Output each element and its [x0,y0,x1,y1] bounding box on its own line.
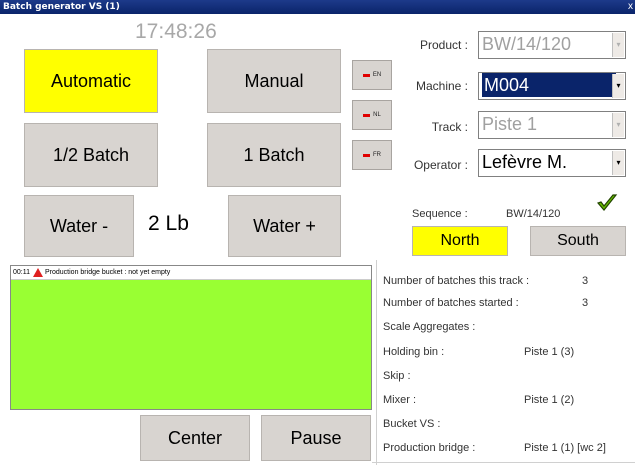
center-button[interactable]: Center [140,415,250,461]
status-value: Piste 1 (2) [524,394,575,406]
clock: 17:48:26 [135,20,217,43]
status-value: Piste 1 (1) [wc 2] [524,442,606,454]
status-label: Mixer : [383,394,416,406]
flag-icon [362,73,370,77]
lang-en-button[interactable]: EN [352,60,392,90]
title-bar: Batch generator VS (1) [0,0,635,14]
half-batch-button[interactable]: 1/2 Batch [24,123,158,187]
warning-icon [33,268,43,277]
machine-value: M004 [482,73,616,97]
lang-label: NL [373,112,381,118]
status-label: Scale Aggregates : [383,321,476,333]
one-batch-button[interactable]: 1 Batch [207,123,341,187]
status-label: Number of batches this track : [383,275,530,287]
lang-label: FR [373,152,381,158]
flag-icon [363,113,371,117]
sequence-value: BW/14/120 [506,208,561,220]
message-row[interactable]: 00:11 Production bridge bucket : not yet… [11,266,371,280]
pause-button[interactable]: Pause [261,415,371,461]
water-amount: 2 Lb [148,212,189,235]
message-panel [10,265,372,410]
product-select[interactable]: BW/14/120 ▾ [478,31,626,59]
operator-select[interactable]: Lefèvre M. ▾ [478,149,626,177]
status-label: Production bridge : [383,442,476,454]
water-minus-button[interactable]: Water - [24,195,134,257]
track-value: Piste 1 [482,114,538,134]
flag-icon [363,153,370,157]
status-label: Bucket VS : [383,418,441,430]
divider [376,260,377,465]
close-icon[interactable]: x [628,0,633,14]
machine-label: Machine : [415,79,468,93]
track-select[interactable]: Piste 1 ▾ [478,111,626,139]
status-label: Skip : [383,370,411,382]
lang-nl-button[interactable]: NL [352,100,392,130]
product-label: Product : [419,38,468,52]
status-label: Number of batches started : [383,297,519,309]
divider [372,462,635,463]
status-label: Holding bin : [383,346,445,358]
operator-value: Lefèvre M. [482,152,568,172]
chevron-down-icon[interactable]: ▾ [612,113,624,137]
checkmark-icon [596,193,618,213]
status-value: Piste 1 (3) [524,346,575,358]
automatic-button[interactable]: Automatic [24,49,158,113]
machine-select[interactable]: M004 ▾ [478,72,626,100]
product-value: BW/14/120 [482,34,572,54]
chevron-down-icon[interactable]: ▾ [612,74,624,98]
north-button[interactable]: North [412,226,508,256]
manual-button[interactable]: Manual [207,49,341,113]
sequence-label: Sequence : [412,208,468,220]
status-value: 3 [582,297,589,309]
window-title: Batch generator VS (1) [3,2,120,12]
south-button[interactable]: South [530,226,626,256]
message-time: 00:11 [13,268,30,276]
lang-label: EN [372,72,382,78]
message-text: Production bridge bucket : not yet empty [45,268,171,276]
track-label: Track : [431,120,468,134]
water-plus-button[interactable]: Water + [228,195,341,257]
chevron-down-icon[interactable]: ▾ [612,33,624,57]
chevron-down-icon[interactable]: ▾ [612,151,624,175]
status-value: 3 [582,275,589,287]
operator-label: Operator : [413,158,468,172]
lang-fr-button[interactable]: FR [352,140,392,170]
